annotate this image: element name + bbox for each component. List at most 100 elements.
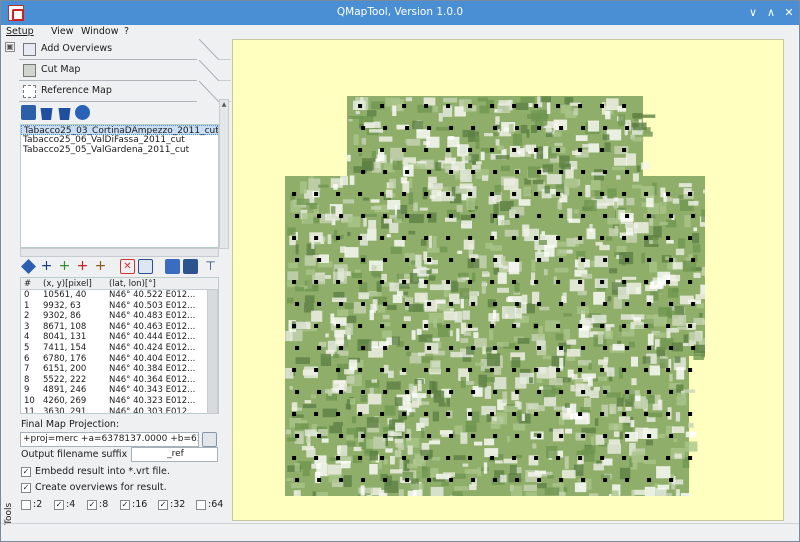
- ref-point: [405, 170, 410, 174]
- ref-point: [644, 192, 649, 196]
- save-ref-icon[interactable]: [183, 259, 198, 274]
- delete-point-icon[interactable]: ✕: [120, 259, 135, 274]
- ref-point: [622, 412, 627, 416]
- ref-point: [622, 324, 627, 328]
- projection-select-icon[interactable]: [202, 432, 217, 447]
- menu-window[interactable]: Window: [81, 26, 118, 37]
- ref-point: [383, 126, 388, 130]
- ref-point: [600, 236, 605, 240]
- table-row[interactable]: 11 3630, 291 N46° 40.303 E012...: [21, 407, 218, 413]
- table-row[interactable]: 3 8671, 108 N46° 40.463 E012...: [21, 322, 218, 333]
- table-row[interactable]: 9 4891, 246 N46° 40.343 E012...: [21, 385, 218, 396]
- menu-view[interactable]: View: [51, 26, 74, 37]
- ref-toolbar: + + + + ✕ ⊤: [21, 259, 226, 275]
- ref-point: [402, 368, 407, 372]
- scroll-up-icon[interactable]: ▲: [220, 100, 228, 110]
- ref-point: [515, 390, 520, 394]
- tab-reference-map[interactable]: Reference Map: [3, 81, 231, 102]
- open-folder-icon[interactable]: [21, 105, 36, 120]
- suffix-label: Output filename suffix: [21, 449, 128, 460]
- move-point-icon[interactable]: [21, 259, 36, 274]
- file-list-scrollbar[interactable]: ▲: [219, 99, 229, 249]
- ref-points-table[interactable]: # (x, y)[pixel] (lat, lon)[°] 0 10561, 40 N4…: [20, 277, 219, 414]
- add-point-icon[interactable]: +: [39, 259, 54, 274]
- canvas-scrollbar[interactable]: [785, 39, 798, 521]
- table-row[interactable]: 7 6151, 200 N46° 40.384 E012...: [21, 364, 218, 375]
- table-cell: 7: [24, 364, 30, 375]
- ref-point: [424, 280, 429, 284]
- minimize-icon[interactable]: ∨: [745, 5, 761, 21]
- ref-table-scrollbar[interactable]: [207, 289, 218, 414]
- ref-point: [622, 236, 627, 240]
- ref-point: [559, 346, 564, 350]
- column-header-latlon[interactable]: (lat, lon)[°]: [107, 278, 205, 290]
- tab-cut-map[interactable]: Cut Map: [3, 60, 231, 81]
- table-row[interactable]: 5 7411, 154 N46° 40.424 E012...: [21, 343, 218, 354]
- tab-add-overviews[interactable]: Add Overviews: [3, 39, 231, 60]
- column-header-pixel[interactable]: (x, y)[pixel]: [41, 278, 107, 290]
- projection-input[interactable]: +proj=merc +a=6378137.0000 +b=6378137.00…: [20, 432, 199, 447]
- maximize-icon[interactable]: ∧: [763, 5, 779, 21]
- table-row[interactable]: 4 8041, 131 N46° 40.444 E012...: [21, 332, 218, 343]
- create-overviews-checkbox[interactable]: ✓: [21, 483, 31, 493]
- ref-point: [666, 368, 671, 372]
- overview-level-checkbox[interactable]: ✓: [87, 500, 97, 510]
- ref-point: [581, 434, 586, 438]
- title-bar[interactable]: QMapTool, Version 1.0.0 ∨ ∧ ✕: [1, 1, 799, 25]
- embed-vrt-checkbox[interactable]: ✓: [21, 467, 31, 477]
- ref-point: [339, 346, 344, 350]
- ref-point: [380, 324, 385, 328]
- menu-help[interactable]: ?: [124, 26, 129, 37]
- overview-level-checkbox[interactable]: ✓: [54, 500, 64, 510]
- overview-level-checkbox[interactable]: [21, 500, 31, 510]
- ref-point: [380, 192, 385, 196]
- overview-level-checkbox[interactable]: [196, 500, 206, 510]
- column-header-index[interactable]: #: [21, 278, 41, 290]
- map-file-list[interactable]: Tabacco25_03_CortinaDAmpezzo_2011_cut Ta…: [20, 124, 219, 248]
- close-icon[interactable]: ✕: [781, 5, 797, 21]
- suffix-input[interactable]: _ref: [131, 447, 218, 462]
- ref-point: [581, 258, 586, 262]
- table-row[interactable]: 0 10561, 40 N46° 40.522 E012...: [21, 290, 218, 301]
- add-point-flag-icon[interactable]: +: [75, 259, 90, 274]
- ref-point: [405, 478, 410, 482]
- ref-point: [339, 214, 344, 218]
- menu-setup[interactable]: Setup: [6, 26, 34, 37]
- table-cell: 2: [24, 311, 30, 322]
- load-ref-icon[interactable]: [165, 259, 180, 274]
- add-point-grid-icon[interactable]: +: [57, 259, 72, 274]
- delete-icon[interactable]: [40, 108, 53, 120]
- grid-tool-icon[interactable]: [138, 259, 153, 274]
- table-row[interactable]: 2 9302, 86 N46° 40.483 E012...: [21, 311, 218, 322]
- ref-point: [449, 302, 454, 306]
- file-list-hscrollbar[interactable]: [20, 248, 219, 257]
- list-item[interactable]: Tabacco25_06_ValDiFassa_2011_cut: [21, 135, 218, 145]
- overview-level-checkbox[interactable]: ✓: [158, 500, 168, 510]
- menu-bar: Setup View Window ?: [1, 25, 799, 39]
- ref-point: [534, 368, 539, 372]
- list-item[interactable]: Tabacco25_03_CortinaDAmpezzo_2011_cut: [21, 125, 218, 136]
- ref-point: [581, 478, 586, 482]
- ref-point: [358, 412, 363, 416]
- reload-icon[interactable]: [75, 105, 90, 120]
- table-row[interactable]: 1 9932, 63 N46° 40.503 E012...: [21, 301, 218, 312]
- ref-point: [581, 390, 586, 394]
- table-row[interactable]: 8 5522, 222 N46° 40.364 E012...: [21, 375, 218, 386]
- ref-point: [402, 148, 407, 152]
- map-canvas-area[interactable]: [232, 39, 784, 521]
- delete-all-icon[interactable]: [58, 108, 71, 120]
- ref-point: [471, 346, 476, 350]
- ref-point: [647, 390, 652, 394]
- map-view[interactable]: [285, 96, 705, 496]
- snap-tool-icon[interactable]: ⊤: [203, 259, 218, 274]
- add-point-star-icon[interactable]: +: [93, 259, 108, 274]
- list-item[interactable]: Tabacco25_05_ValGardena_2011_cut: [21, 145, 218, 155]
- table-row[interactable]: 6 6780, 176 N46° 40.404 E012...: [21, 354, 218, 365]
- ref-point: [383, 390, 388, 394]
- table-row[interactable]: 10 4260, 269 N46° 40.323 E012...: [21, 396, 218, 407]
- table-cell: 3: [24, 321, 30, 332]
- ref-point: [534, 456, 539, 460]
- overview-level-checkbox[interactable]: ✓: [120, 500, 130, 510]
- ref-point: [559, 126, 564, 130]
- ref-point: [468, 192, 473, 196]
